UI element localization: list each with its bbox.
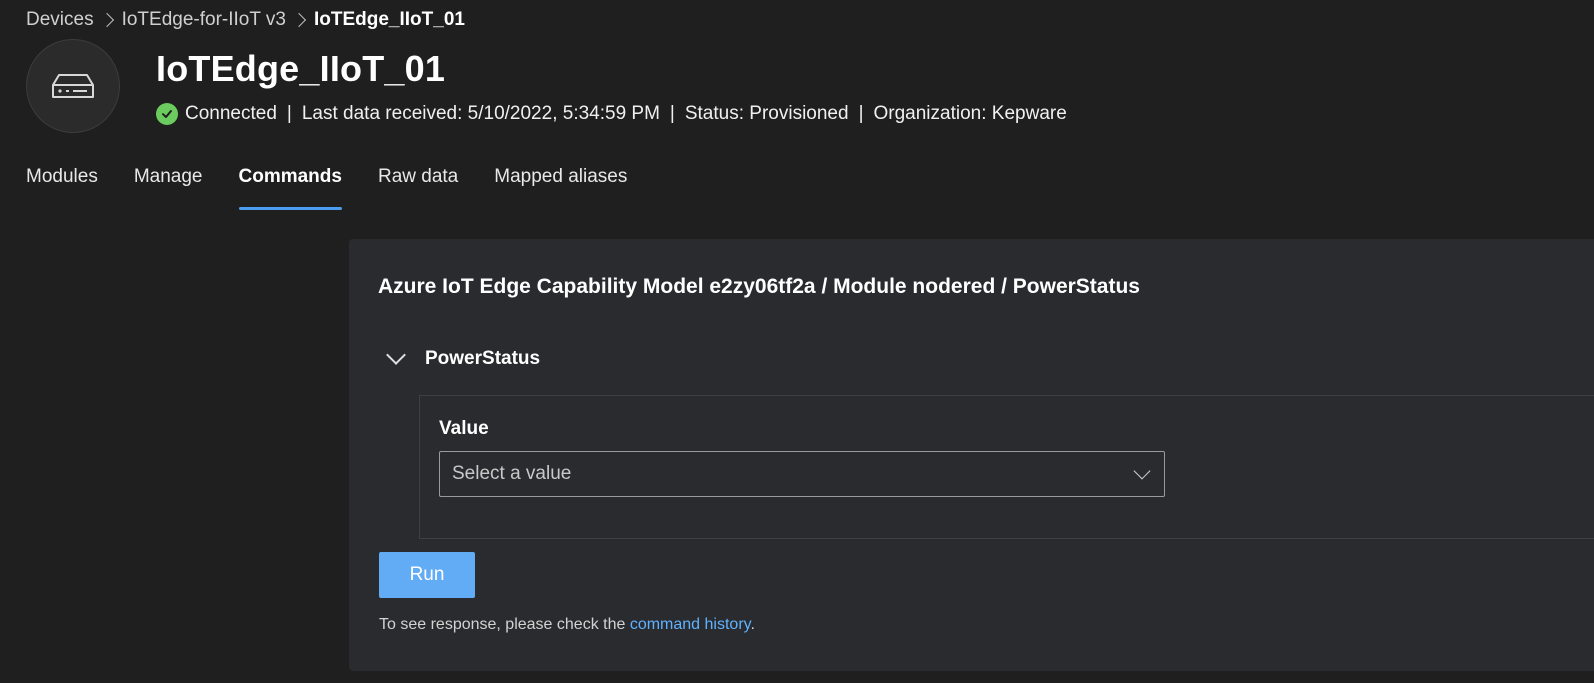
device-commands-page: Devices IoTEdge-for-IIoT v3 IoTEdge_IIoT… xyxy=(0,0,1594,683)
status-separator: | xyxy=(669,103,675,124)
chevron-right-icon xyxy=(99,12,114,28)
breadcrumb-current-device: IoTEdge_IIoT_01 xyxy=(313,9,465,30)
connection-status: Connected xyxy=(185,103,277,124)
tab-commands[interactable]: Commands xyxy=(238,160,343,210)
status-separator: | xyxy=(286,103,292,124)
chevron-down-icon xyxy=(1133,462,1151,480)
provisioning-status: Status: Provisioned xyxy=(684,103,849,124)
run-button[interactable]: Run xyxy=(379,552,475,598)
chevron-down-icon xyxy=(386,345,406,365)
response-hint: To see response, please check the comman… xyxy=(379,616,755,634)
page-title: IoTEdge_IIoT_01 xyxy=(156,48,446,89)
powerstatus-section-toggle[interactable]: PowerStatus xyxy=(386,345,541,372)
tab-manage[interactable]: Manage xyxy=(134,160,203,210)
breadcrumb-device-template[interactable]: IoTEdge-for-IIoT v3 xyxy=(122,9,286,31)
organization: Organization: Kepware xyxy=(873,103,1067,124)
command-parameters-panel: Value Select a value xyxy=(419,395,1594,539)
gateway-device-icon xyxy=(52,74,94,98)
command-title: Azure IoT Edge Capability Model e2zy06tf… xyxy=(378,275,1140,298)
last-data-received: Last data received: 5/10/2022, 5:34:59 P… xyxy=(301,103,660,124)
hint-suffix: . xyxy=(750,616,755,633)
device-status-line: Connected | Last data received: 5/10/202… xyxy=(156,100,1067,128)
tab-modules[interactable]: Modules xyxy=(26,160,98,210)
breadcrumb: Devices IoTEdge-for-IIoT v3 IoTEdge_IIoT… xyxy=(26,6,465,34)
tab-mapped-aliases[interactable]: Mapped aliases xyxy=(494,160,627,210)
command-card: Azure IoT Edge Capability Model e2zy06tf… xyxy=(349,239,1594,671)
breadcrumb-devices[interactable]: Devices xyxy=(26,9,94,31)
value-select[interactable]: Select a value xyxy=(439,451,1165,497)
device-avatar xyxy=(26,39,120,133)
checkmark-circle-icon xyxy=(156,103,178,125)
chevron-right-icon xyxy=(291,12,307,28)
status-separator: | xyxy=(858,103,864,124)
value-label: Value xyxy=(439,418,489,439)
section-label: PowerStatus xyxy=(425,348,541,369)
tab-raw-data[interactable]: Raw data xyxy=(378,160,458,210)
value-select-placeholder: Select a value xyxy=(452,463,572,484)
device-tabs: Modules Manage Commands Raw data Mapped … xyxy=(26,160,663,210)
hint-text: To see response, please check the xyxy=(379,616,630,633)
command-history-link[interactable]: command history xyxy=(630,616,751,633)
